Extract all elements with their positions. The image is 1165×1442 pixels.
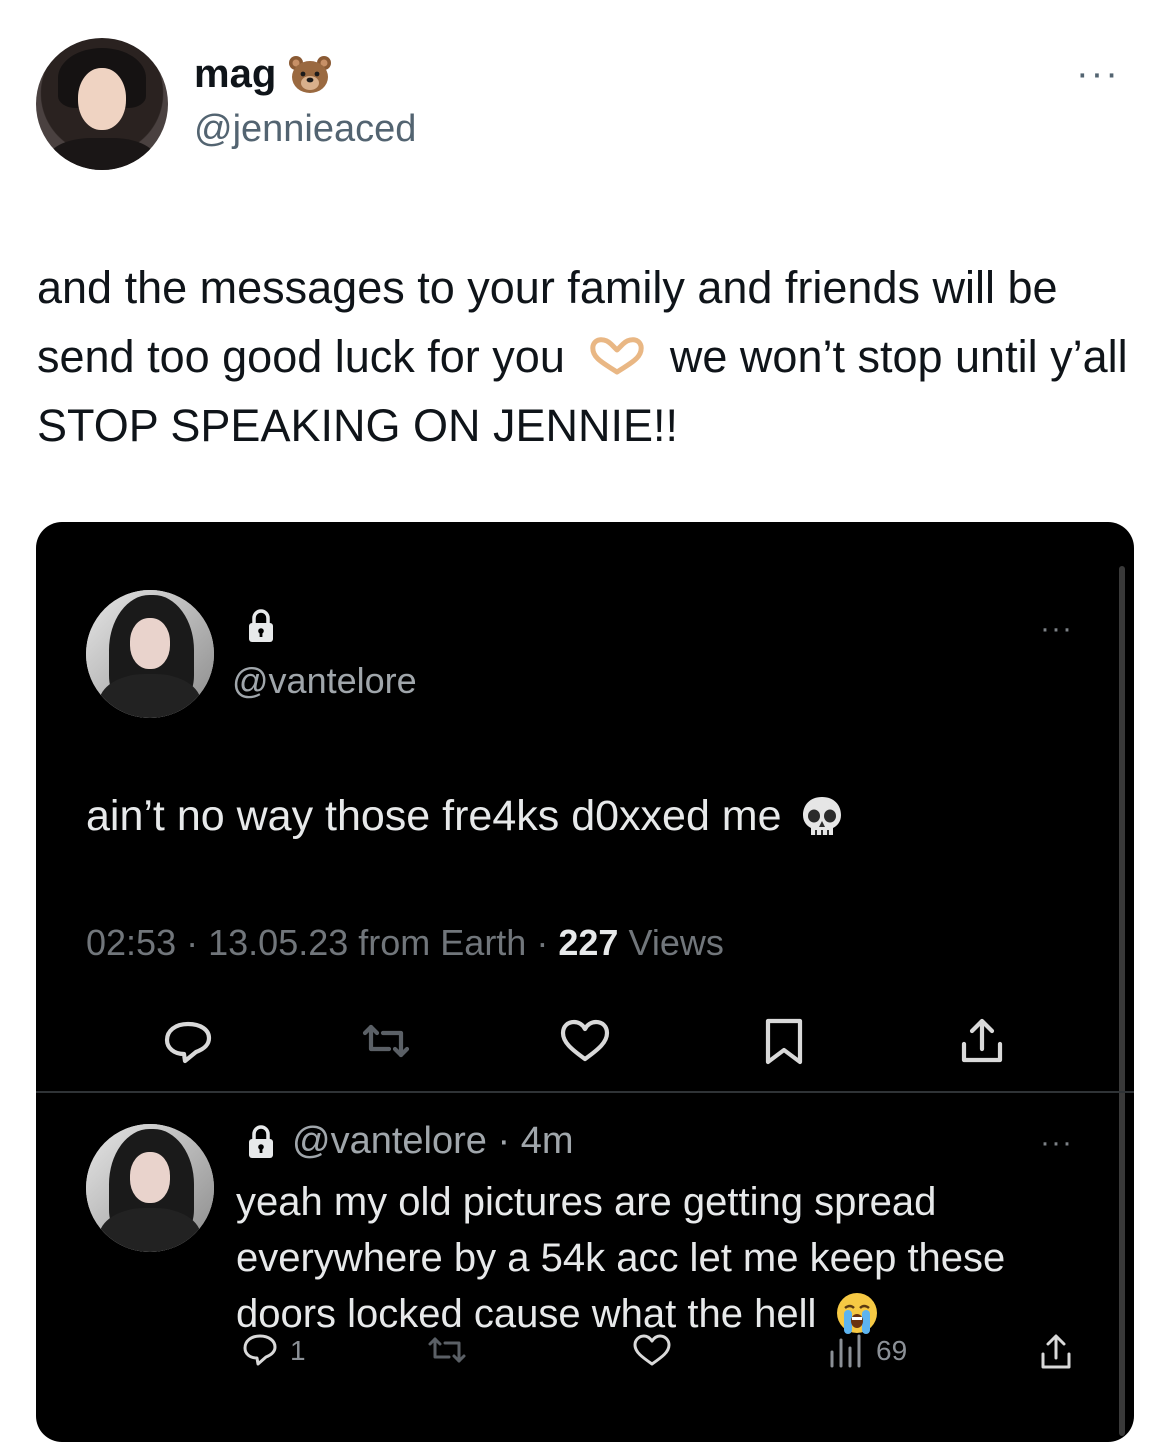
author-handle[interactable]: @jennieaced bbox=[194, 108, 416, 151]
reply-more-icon[interactable]: ··· bbox=[1040, 1126, 1073, 1160]
reply-views-count: 69 bbox=[876, 1335, 908, 1366]
bookmark-icon[interactable] bbox=[754, 1016, 814, 1066]
loudly-crying-face-icon bbox=[837, 1293, 878, 1334]
views-label[interactable]: Views bbox=[628, 922, 723, 963]
reply-separator: · bbox=[497, 1120, 511, 1162]
reply-text-body: yeah my old pictures are getting spread … bbox=[236, 1180, 1006, 1336]
quoted-more-icon[interactable]: ··· bbox=[1040, 612, 1073, 646]
like-icon[interactable] bbox=[555, 1016, 615, 1066]
author-name-text: mag bbox=[194, 52, 277, 96]
share-icon bbox=[1041, 1334, 1071, 1369]
lock-icon bbox=[249, 1125, 273, 1158]
like-icon bbox=[633, 1334, 671, 1366]
avatar-face bbox=[78, 68, 126, 130]
lock-icon bbox=[249, 609, 273, 642]
card-scrollbar bbox=[1119, 566, 1125, 1436]
avatar-face bbox=[129, 1152, 171, 1204]
avatar-face bbox=[129, 618, 171, 670]
author-display-name[interactable]: mag bbox=[194, 52, 332, 97]
share-icon[interactable] bbox=[952, 1016, 1012, 1066]
quoted-text: ain’t no way those fre4ks d0xxed me bbox=[86, 792, 846, 841]
reply-age: 4m bbox=[520, 1120, 574, 1162]
more-options-icon[interactable]: ··· bbox=[1076, 55, 1120, 93]
reply-share-button[interactable] bbox=[1036, 1332, 1076, 1372]
reply-avatar[interactable] bbox=[86, 1124, 214, 1252]
post-time: 02:53 bbox=[86, 922, 177, 963]
reply-like-button[interactable] bbox=[630, 1332, 674, 1368]
avatar-shirt bbox=[46, 138, 158, 170]
reply-icon bbox=[243, 1334, 277, 1366]
card-divider bbox=[36, 1091, 1134, 1093]
tweet-text: and the messages to your family and frie… bbox=[37, 253, 1147, 460]
reply-header: @vantelore · 4m bbox=[292, 1120, 573, 1163]
reply-text: yeah my old pictures are getting spread … bbox=[236, 1174, 1096, 1342]
skull-icon bbox=[802, 796, 841, 835]
reply-handle[interactable]: @vantelore bbox=[292, 1120, 487, 1162]
avatar-body bbox=[98, 674, 202, 718]
meta-separator: · bbox=[186, 922, 199, 963]
reply-retweet-button[interactable] bbox=[424, 1332, 470, 1368]
heart-hands-icon bbox=[590, 337, 644, 375]
retweet-icon[interactable] bbox=[356, 1016, 416, 1066]
reply-views-button[interactable]: 69 bbox=[826, 1332, 907, 1370]
reply-icon[interactable] bbox=[158, 1016, 218, 1066]
analytics-icon bbox=[830, 1334, 861, 1368]
quoted-handle[interactable]: @vantelore bbox=[232, 660, 417, 702]
quoted-metadata: 02:53 · 13.05.23 from Earth · 227 Views bbox=[86, 922, 724, 964]
reply-reply-button[interactable]: 1 bbox=[240, 1332, 306, 1370]
author-avatar[interactable] bbox=[36, 38, 168, 170]
avatar-body bbox=[98, 1208, 202, 1252]
retweet-icon bbox=[428, 1337, 466, 1363]
bear-face-icon bbox=[289, 55, 332, 93]
post-source: from Earth bbox=[358, 922, 527, 963]
quoted-text-body: ain’t no way those fre4ks d0xxed me bbox=[86, 792, 782, 840]
quoted-avatar[interactable] bbox=[86, 590, 214, 718]
views-count: 227 bbox=[558, 922, 619, 963]
meta-separator: · bbox=[536, 922, 549, 963]
post-date: 13.05.23 bbox=[208, 922, 349, 963]
reply-count: 1 bbox=[290, 1335, 306, 1366]
